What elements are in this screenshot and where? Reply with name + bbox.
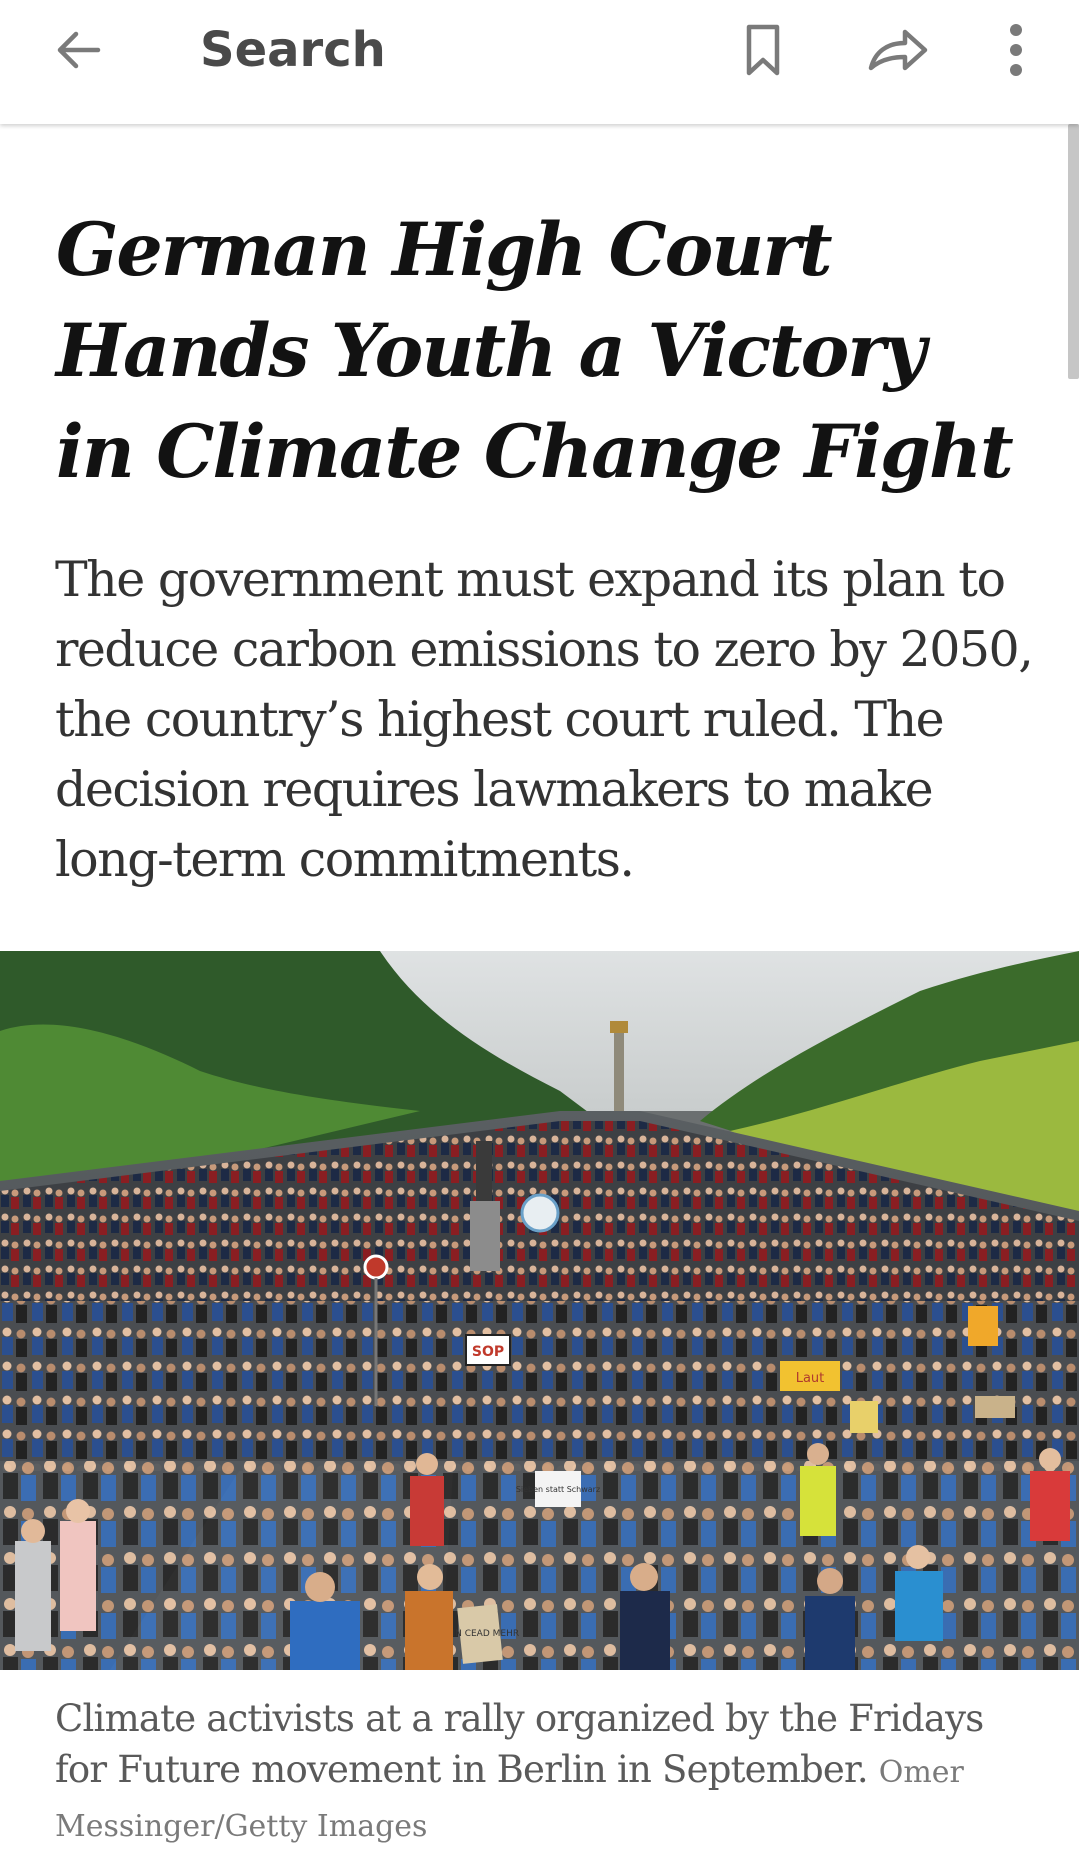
bookmark-button[interactable]: [727, 14, 799, 86]
photo-caption: Climate activists at a rally organized b…: [55, 1693, 1040, 1852]
more-options-button[interactable]: [980, 14, 1052, 86]
rally-photo-illustration: SOP Laut KEIN CEAD MEHR Sieben statt Sch…: [0, 951, 1079, 1670]
photo-sign-laut: Laut: [796, 1371, 825, 1386]
arrow-left-icon: [57, 31, 101, 69]
scroll-indicator[interactable]: [1068, 124, 1079, 379]
photo-sign-sop: SOP: [472, 1344, 504, 1360]
top-app-bar: Search: [0, 0, 1079, 124]
article-headline: German High Court Hands Youth a Victory …: [56, 207, 1014, 495]
caption-text: Climate activists at a rally organized b…: [55, 1697, 984, 1791]
article-photo[interactable]: SOP Laut KEIN CEAD MEHR Sieben statt Sch…: [0, 951, 1079, 1670]
photo-sign-sieben: Sieben statt Schwarz: [516, 1485, 600, 1494]
back-button[interactable]: [42, 14, 114, 86]
more-vertical-icon: [1010, 24, 1022, 76]
share-button[interactable]: [862, 14, 934, 86]
share-arrow-icon: [868, 29, 928, 71]
article-summary: The government must expand its plan to r…: [55, 551, 1034, 888]
bookmark-icon: [746, 24, 780, 76]
toolbar-title: Search: [200, 22, 386, 78]
